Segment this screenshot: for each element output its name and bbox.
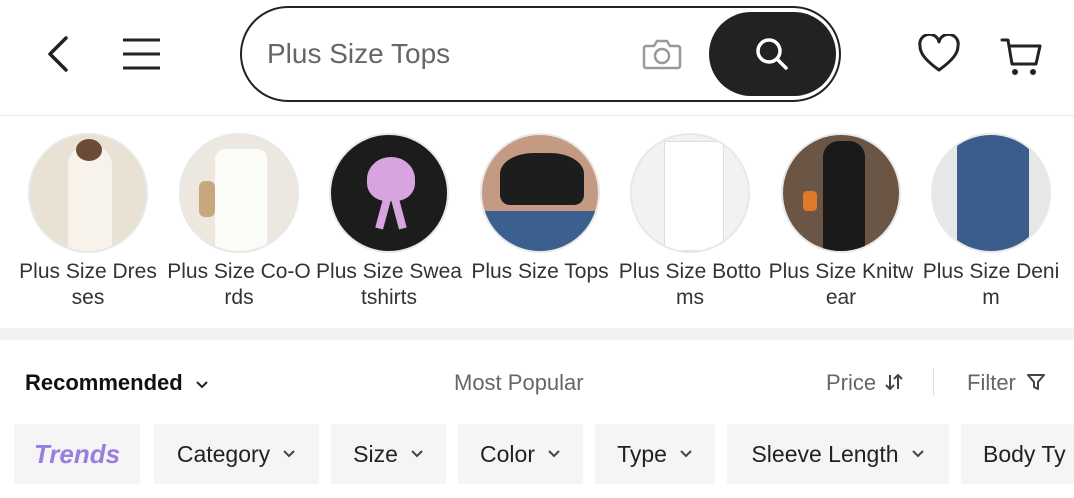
sort-separator	[933, 368, 934, 396]
cart-icon	[1000, 38, 1042, 75]
category-co-ords[interactable]: Plus Size Co-Ords	[164, 133, 314, 311]
chip-sleeve-length[interactable]: Sleeve Length	[727, 424, 949, 484]
category-label: Plus Size Co-Ords	[167, 260, 311, 309]
chevron-down-icon	[911, 450, 924, 458]
heart-icon	[918, 32, 960, 72]
chevron-down-icon	[680, 450, 692, 458]
category-denim[interactable]: Plus Size Denim	[916, 133, 1066, 311]
category-image	[28, 133, 148, 253]
sort-most-popular[interactable]: Most Popular	[454, 370, 584, 396]
category-label: Plus Size Bottoms	[618, 260, 762, 309]
sort-bar: Recommended Most Popular Price Filter	[0, 340, 1074, 420]
chevron-down-icon	[196, 381, 208, 389]
chevron-left-icon	[48, 36, 68, 72]
category-carousel: Plus Size Dresses Plus Size Co-Ords Plus…	[0, 117, 1074, 327]
product-grid-top	[0, 492, 1074, 498]
category-tops[interactable]: Plus Size Tops	[465, 133, 615, 285]
back-button[interactable]	[40, 34, 80, 74]
category-image	[179, 133, 299, 253]
chevron-down-icon	[283, 450, 295, 458]
category-sweatshirts[interactable]: Plus Size Sweatshirts	[314, 133, 464, 311]
sort-recommended-label: Recommended	[25, 370, 183, 395]
category-label: Plus Size Dresses	[19, 260, 157, 309]
category-image	[329, 133, 449, 253]
top-header: Plus Size Tops	[0, 0, 1074, 116]
category-image	[781, 133, 901, 253]
cart-button[interactable]	[1000, 34, 1044, 78]
chip-label: Size	[353, 440, 398, 467]
chevron-down-icon	[411, 450, 423, 458]
trends-label: Trends	[33, 438, 121, 469]
camera-search-button[interactable]	[642, 36, 682, 72]
chip-label: Body Ty	[983, 440, 1066, 467]
filter-label: Filter	[967, 370, 1016, 395]
sort-arrows-icon	[885, 373, 903, 391]
chip-label: Category	[176, 440, 271, 467]
sort-price-label: Price	[826, 370, 877, 395]
search-bar[interactable]: Plus Size Tops	[240, 6, 841, 102]
filter-icon	[1027, 374, 1046, 390]
category-image	[931, 133, 1051, 253]
chip-category[interactable]: Category	[154, 424, 319, 484]
hamburger-menu-icon	[123, 38, 160, 70]
sort-price[interactable]: Price	[826, 370, 904, 396]
category-label: Plus Size Sweatshirts	[316, 260, 462, 309]
chip-color[interactable]: Color	[458, 424, 583, 484]
category-bottoms[interactable]: Plus Size Bottoms	[615, 133, 765, 311]
chip-label: Sleeve Length	[751, 440, 899, 467]
category-image	[480, 133, 600, 253]
chevron-down-icon	[548, 450, 560, 458]
chip-body-type[interactable]: Body Ty	[961, 424, 1074, 484]
chip-size[interactable]: Size	[331, 424, 446, 484]
wishlist-button[interactable]	[917, 32, 961, 74]
search-input[interactable]: Plus Size Tops	[267, 38, 450, 70]
category-image	[630, 133, 750, 253]
category-label: Plus Size Denim	[922, 260, 1060, 309]
camera-icon	[642, 39, 682, 70]
chip-type[interactable]: Type	[595, 424, 715, 484]
sort-recommended[interactable]: Recommended	[25, 370, 209, 396]
search-button[interactable]	[709, 12, 836, 96]
search-icon	[756, 38, 788, 70]
section-divider	[0, 328, 1074, 340]
menu-button[interactable]	[120, 34, 164, 74]
trends-chip[interactable]: Trends	[14, 424, 140, 484]
category-knitwear[interactable]: Plus Size Knitwear	[766, 133, 916, 311]
category-label: Plus Size Tops	[471, 260, 609, 283]
chip-label: Type	[617, 440, 667, 467]
category-dresses[interactable]: Plus Size Dresses	[13, 133, 163, 311]
filter-button[interactable]: Filter	[967, 370, 1046, 396]
filter-chips: Trends Category Size Color Type Sleeve L…	[0, 424, 1074, 484]
chip-label: Color	[480, 440, 535, 467]
category-label: Plus Size Knitwear	[768, 260, 914, 309]
